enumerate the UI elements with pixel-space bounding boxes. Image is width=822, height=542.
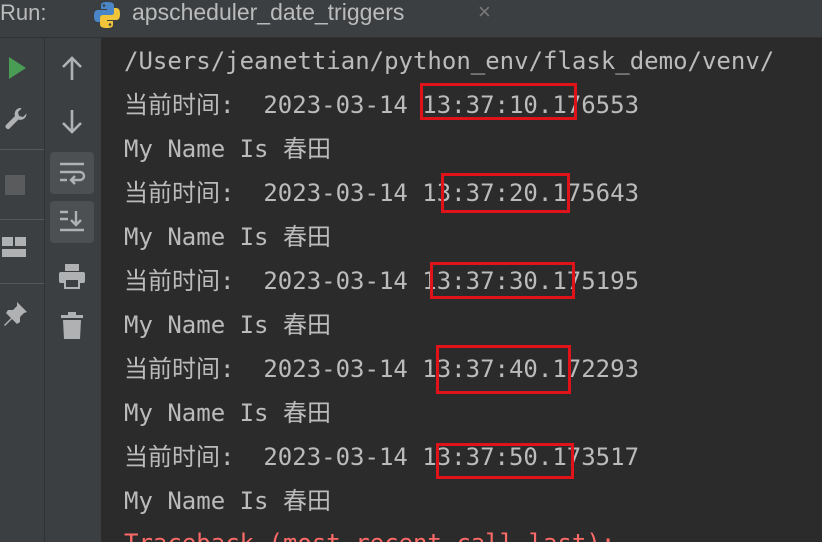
console-output[interactable]: /Users/jeanettian/python_env/flask_demo/…	[102, 38, 822, 542]
console-line: My Name Is 春田	[124, 399, 331, 427]
run-icon[interactable]	[6, 55, 28, 81]
highlight-box	[420, 83, 577, 120]
wrench-icon[interactable]	[3, 105, 29, 133]
console-error-line: Traceback (most recent call last):	[124, 528, 615, 542]
run-tab[interactable]: apscheduler_date_triggers ×	[86, 0, 506, 34]
arrow-down-icon[interactable]	[60, 107, 84, 135]
stop-icon[interactable]	[5, 175, 25, 195]
toolbar-separator	[0, 283, 44, 284]
scroll-to-end-icon	[60, 210, 84, 232]
scroll-to-end-button[interactable]	[50, 201, 94, 243]
highlight-box	[441, 173, 570, 213]
close-tab-icon[interactable]: ×	[478, 0, 491, 25]
trash-icon[interactable]	[60, 311, 84, 341]
console-line: My Name Is 春田	[124, 311, 331, 339]
console-line: My Name Is 春田	[124, 135, 331, 163]
console-line: My Name Is 春田	[124, 487, 331, 515]
run-toolbar-header: Run: apscheduler_date_triggers ×	[0, 0, 822, 38]
toolbar-separator	[0, 219, 44, 220]
pin-icon[interactable]	[3, 300, 29, 328]
console-line: My Name Is 春田	[124, 223, 331, 251]
console-line: /Users/jeanettian/python_env/flask_demo/…	[124, 47, 775, 75]
tab-title: apscheduler_date_triggers	[132, 0, 405, 25]
highlight-box	[436, 345, 571, 394]
left-run-toolbar	[0, 38, 45, 542]
soft-wrap-button[interactable]	[50, 152, 94, 194]
highlight-box	[436, 443, 574, 479]
layout-icon[interactable]	[2, 237, 28, 259]
python-icon	[94, 2, 120, 28]
print-icon[interactable]	[58, 262, 86, 290]
toolbar-separator	[0, 149, 44, 150]
soft-wrap-icon	[60, 162, 86, 185]
console-toolbar	[45, 38, 102, 542]
run-label: Run:	[0, 0, 47, 25]
highlight-box	[430, 262, 575, 299]
arrow-up-icon[interactable]	[60, 55, 84, 83]
